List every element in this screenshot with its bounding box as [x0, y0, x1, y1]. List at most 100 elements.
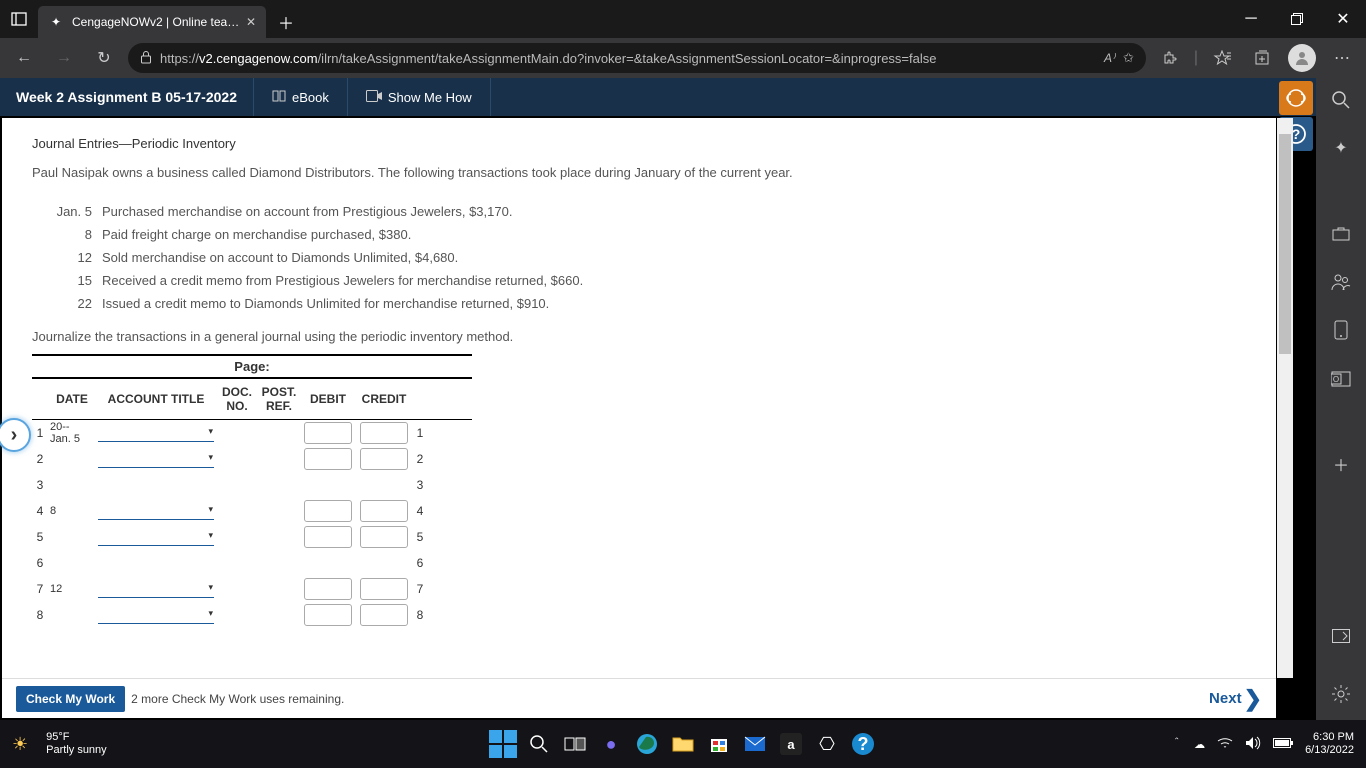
transaction-row: 22Issued a credit memo to Diamonds Unlim…	[32, 296, 1246, 311]
journal-row: 66	[32, 550, 472, 576]
journal-row: 88	[32, 602, 472, 628]
debit-input[interactable]	[304, 578, 352, 600]
transaction-row: 8Paid freight charge on merchandise purc…	[32, 227, 1246, 242]
account-select[interactable]	[98, 606, 214, 624]
collections-icon[interactable]	[1246, 42, 1278, 74]
account-select[interactable]	[98, 580, 214, 598]
address-bar[interactable]: https://v2.cengagenow.com/ilrn/takeAssig…	[128, 43, 1146, 73]
col-debit: DEBIT	[300, 379, 356, 419]
transaction-desc: Received a credit memo from Prestigious …	[102, 273, 1246, 288]
task-view-icon[interactable]	[561, 730, 589, 758]
sidebar-tools-icon[interactable]	[1329, 222, 1353, 246]
tray-onedrive-icon[interactable]: ☁	[1194, 738, 1205, 751]
debit-input[interactable]	[304, 500, 352, 522]
sidebar-sparkle-icon[interactable]: ✦	[1329, 136, 1353, 160]
support-icon[interactable]	[1279, 81, 1313, 115]
window-close-button[interactable]: ✕	[1320, 0, 1366, 38]
taskbar-chat-icon[interactable]: ●	[597, 730, 625, 758]
svg-text:O: O	[1333, 375, 1339, 384]
row-number-left: 5	[32, 530, 48, 544]
transaction-desc: Sold merchandise on account to Diamonds …	[102, 250, 1246, 265]
avatar-icon	[1288, 44, 1316, 72]
transaction-date: 15	[32, 273, 102, 288]
credit-input[interactable]	[360, 448, 408, 470]
taskbar-edge-icon[interactable]	[633, 730, 661, 758]
tray-chevron-icon[interactable]: ＾	[1171, 736, 1182, 752]
transaction-desc: Purchased merchandise on account from Pr…	[102, 204, 1246, 219]
taskbar-explorer-icon[interactable]	[669, 730, 697, 758]
ebook-button[interactable]: eBook	[254, 78, 348, 116]
start-button[interactable]	[489, 730, 517, 758]
credit-input[interactable]	[360, 500, 408, 522]
nav-refresh-button[interactable]: ↻	[88, 42, 120, 74]
taskbar-search-icon[interactable]	[525, 730, 553, 758]
date-cell: 12	[48, 583, 96, 595]
more-menu-icon[interactable]: ⋯	[1326, 42, 1358, 74]
row-number-right: 1	[412, 426, 428, 440]
extensions-icon[interactable]	[1154, 42, 1186, 74]
weather-widget[interactable]: 95°F Partly sunny	[46, 731, 107, 757]
problem-title: Journal Entries—Periodic Inventory	[32, 136, 1246, 151]
sidebar-phone-icon[interactable]	[1329, 318, 1353, 342]
account-select[interactable]	[98, 502, 214, 520]
row-number-left: 1	[32, 426, 48, 440]
credit-input[interactable]	[360, 578, 408, 600]
tray-battery-icon[interactable]	[1273, 738, 1293, 751]
system-clock[interactable]: 6:30 PM 6/13/2022	[1305, 731, 1354, 757]
favorites-icon[interactable]	[1206, 42, 1238, 74]
sidebar-settings-icon[interactable]	[1329, 682, 1353, 706]
credit-input[interactable]	[360, 604, 408, 626]
nav-forward-button[interactable]: →	[48, 42, 80, 74]
row-number-right: 3	[412, 478, 428, 492]
sidebar-collapse-icon[interactable]	[1329, 624, 1353, 648]
account-select[interactable]	[98, 450, 214, 468]
journal-row: 22	[32, 446, 472, 472]
tab-title: CengageNOWv2 | Online teachin	[72, 15, 240, 29]
site-favicon-icon: ✦	[48, 14, 64, 30]
col-post: POST. REF.	[258, 379, 300, 419]
show-me-how-button[interactable]: Show Me How	[348, 78, 491, 116]
window-restore-button[interactable]	[1274, 0, 1320, 38]
account-select[interactable]	[98, 424, 214, 442]
profile-button[interactable]	[1286, 42, 1318, 74]
debit-input[interactable]	[304, 526, 352, 548]
row-number-right: 2	[412, 452, 428, 466]
tray-wifi-icon[interactable]	[1217, 737, 1233, 752]
next-button[interactable]: Next❯	[1209, 686, 1262, 712]
tab-actions-icon[interactable]	[0, 0, 38, 38]
site-lock-icon	[140, 50, 152, 67]
browser-tab[interactable]: ✦ CengageNOWv2 | Online teachin ✕	[38, 6, 266, 38]
debit-input[interactable]	[304, 422, 352, 444]
debit-input[interactable]	[304, 448, 352, 470]
nav-back-button[interactable]: ←	[8, 42, 40, 74]
row-number-left: 8	[32, 608, 48, 622]
tray-volume-icon[interactable]	[1245, 736, 1261, 753]
sidebar-outlook-icon[interactable]: O	[1329, 366, 1353, 390]
window-minimize-button[interactable]: ─	[1228, 0, 1274, 38]
add-favorite-icon[interactable]: ✩	[1123, 50, 1134, 66]
sidebar-add-icon[interactable]: ＋	[1329, 452, 1353, 476]
outer-scrollbar[interactable]	[1277, 118, 1293, 678]
debit-input[interactable]	[304, 604, 352, 626]
journal-page-label: Page:	[32, 354, 472, 377]
taskbar-amazon-icon[interactable]: a	[777, 730, 805, 758]
sidebar-search-icon[interactable]	[1329, 88, 1353, 112]
taskbar-mail-icon[interactable]	[741, 730, 769, 758]
taskbar-help-icon[interactable]: ?	[849, 730, 877, 758]
check-my-work-button[interactable]: Check My Work	[16, 686, 125, 712]
read-aloud-icon[interactable]: A⁾	[1104, 51, 1115, 65]
row-number-right: 7	[412, 582, 428, 596]
account-select[interactable]	[98, 528, 214, 546]
sidebar-people-icon[interactable]	[1329, 270, 1353, 294]
row-number-right: 8	[412, 608, 428, 622]
problem-intro: Paul Nasipak owns a business called Diam…	[32, 165, 1246, 180]
tab-close-icon[interactable]: ✕	[246, 15, 256, 29]
chevron-right-icon: ❯	[1244, 686, 1262, 712]
row-number-left: 2	[32, 452, 48, 466]
weather-icon[interactable]: ☀	[12, 734, 28, 755]
taskbar-store-icon[interactable]	[705, 730, 733, 758]
taskbar-app-icon[interactable]: ⎔	[813, 730, 841, 758]
credit-input[interactable]	[360, 526, 408, 548]
credit-input[interactable]	[360, 422, 408, 444]
new-tab-button[interactable]: ＋	[270, 6, 302, 38]
